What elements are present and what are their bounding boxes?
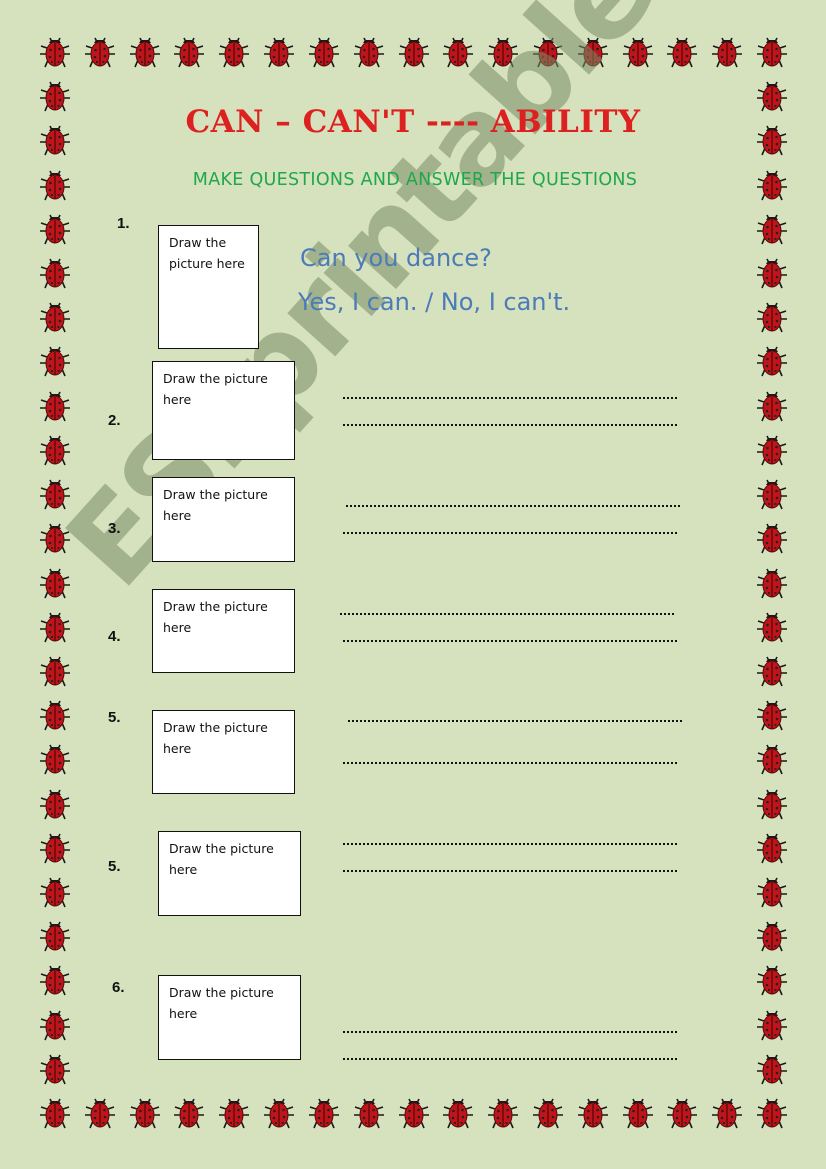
answer-line[interactable]: [343, 424, 677, 426]
ladybug-icon: [39, 1096, 71, 1130]
answer-line[interactable]: [348, 720, 682, 722]
ladybug-icon: [398, 1096, 430, 1130]
ladybug-icon: [756, 389, 788, 423]
item-number: 4.: [108, 628, 121, 645]
ladybug-icon: [756, 742, 788, 776]
item-number: 1.: [117, 215, 130, 232]
ladybug-icon: [39, 300, 71, 334]
ladybug-icon: [173, 35, 205, 69]
ladybug-icon: [577, 1096, 609, 1130]
ladybug-icon: [756, 654, 788, 688]
answer-line[interactable]: [343, 1058, 677, 1060]
ladybug-icon: [263, 35, 295, 69]
ladybug-icon: [39, 787, 71, 821]
ladybug-icon: [39, 344, 71, 378]
example-answer: Yes, I can. / No, I can't.: [298, 288, 571, 316]
drawing-box[interactable]: Draw the picture here: [152, 589, 295, 673]
ladybug-icon: [39, 1052, 71, 1086]
answer-line[interactable]: [340, 613, 674, 615]
ladybug-icon: [756, 1008, 788, 1042]
ladybug-icon: [39, 963, 71, 997]
ladybug-icon: [622, 1096, 654, 1130]
ladybug-icon: [487, 1096, 519, 1130]
item-number: 5.: [108, 709, 121, 726]
ladybug-icon: [756, 875, 788, 909]
answer-line[interactable]: [343, 532, 677, 534]
answer-line[interactable]: [343, 762, 677, 764]
ladybug-icon: [756, 787, 788, 821]
ladybug-icon: [442, 1096, 474, 1130]
ladybug-icon: [39, 389, 71, 423]
ladybug-icon: [756, 477, 788, 511]
example-question: Can you dance?: [300, 244, 492, 272]
worksheet-title: CAN – CAN'T ---- ABILITY: [185, 104, 641, 140]
ladybug-icon: [756, 566, 788, 600]
ladybug-icon: [756, 521, 788, 555]
drawing-box[interactable]: Draw the picture here: [152, 361, 295, 460]
answer-line[interactable]: [343, 843, 677, 845]
ladybug-icon: [398, 35, 430, 69]
ladybug-icon: [532, 1096, 564, 1130]
ladybug-icon: [756, 831, 788, 865]
ladybug-icon: [756, 963, 788, 997]
ladybug-icon: [666, 1096, 698, 1130]
ladybug-icon: [39, 875, 71, 909]
ladybug-icon: [218, 35, 250, 69]
drawing-box[interactable]: Draw the picture here: [152, 710, 295, 794]
ladybug-icon: [353, 1096, 385, 1130]
ladybug-icon: [756, 212, 788, 246]
answer-line[interactable]: [343, 870, 677, 872]
ladybug-icon: [39, 919, 71, 953]
ladybug-icon: [84, 35, 116, 69]
instruction: MAKE QUESTIONS AND ANSWER THE QUESTIONS: [192, 170, 638, 190]
ladybug-icon: [39, 212, 71, 246]
item-number: 2.: [108, 412, 121, 429]
ladybug-icon: [39, 256, 71, 290]
ladybug-icon: [39, 566, 71, 600]
ladybug-icon: [129, 35, 161, 69]
ladybug-icon: [39, 1008, 71, 1042]
ladybug-icon: [756, 433, 788, 467]
ladybug-icon: [218, 1096, 250, 1130]
drawing-box[interactable]: Draw the picture here: [158, 975, 301, 1060]
ladybug-icon: [39, 742, 71, 776]
ladybug-icon: [756, 256, 788, 290]
ladybug-icon: [39, 35, 71, 69]
ladybug-icon: [756, 919, 788, 953]
ladybug-icon: [756, 1052, 788, 1086]
ladybug-icon: [308, 35, 340, 69]
ladybug-icon: [263, 1096, 295, 1130]
drawing-box[interactable]: Draw the picture here: [158, 831, 301, 916]
answer-line[interactable]: [346, 505, 680, 507]
ladybug-icon: [129, 1096, 161, 1130]
ladybug-icon: [353, 35, 385, 69]
drawing-box[interactable]: Draw the picture here: [158, 225, 259, 349]
ladybug-icon: [39, 698, 71, 732]
ladybug-icon: [39, 610, 71, 644]
ladybug-icon: [666, 35, 698, 69]
item-number: 6.: [112, 979, 125, 996]
ladybug-icon: [39, 831, 71, 865]
ladybug-icon: [756, 698, 788, 732]
ladybug-icon: [39, 433, 71, 467]
ladybug-icon: [173, 1096, 205, 1130]
answer-line[interactable]: [343, 1031, 677, 1033]
answer-line[interactable]: [343, 397, 677, 399]
ladybug-icon: [84, 1096, 116, 1130]
ladybug-icon: [756, 344, 788, 378]
ladybug-icon: [756, 300, 788, 334]
ladybug-icon: [756, 1096, 788, 1130]
item-number: 5.: [108, 858, 121, 875]
ladybug-icon: [756, 610, 788, 644]
drawing-box[interactable]: Draw the picture here: [152, 477, 295, 562]
ladybug-icon: [711, 1096, 743, 1130]
ladybug-icon: [308, 1096, 340, 1130]
ladybug-icon: [756, 35, 788, 69]
answer-line[interactable]: [343, 640, 677, 642]
ladybug-icon: [39, 654, 71, 688]
item-number: 3.: [108, 520, 121, 537]
ladybug-icon: [711, 35, 743, 69]
